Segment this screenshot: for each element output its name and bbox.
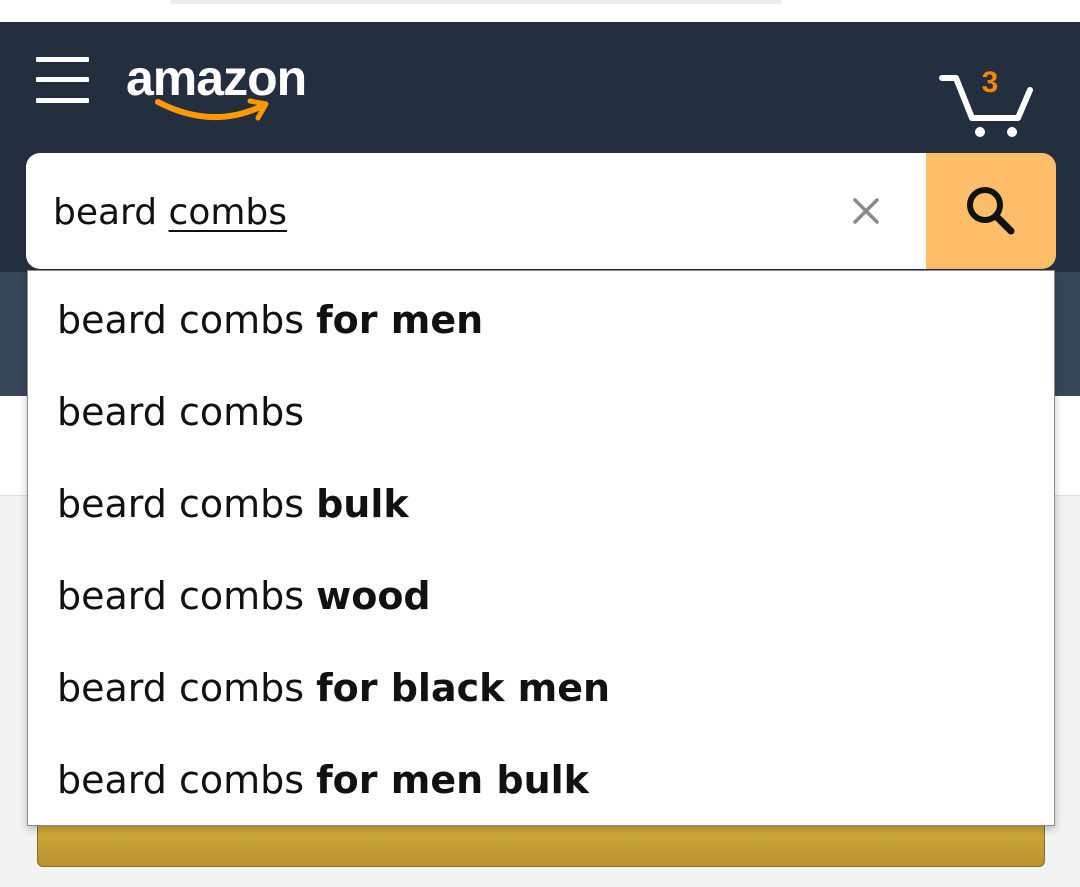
- suggestion-completion: wood: [316, 574, 431, 618]
- suggestion-item[interactable]: beard combs wood: [28, 550, 1054, 642]
- suggestion-prefix: beard combs: [57, 758, 317, 802]
- suggestion-item[interactable]: beard combs for men bulk: [28, 734, 1054, 826]
- suggestion-prefix: beard combs: [57, 298, 317, 342]
- amazon-logo[interactable]: amazon: [126, 50, 338, 126]
- suggestion-prefix: beard combs: [57, 574, 317, 618]
- search-icon: [967, 187, 1015, 235]
- suggestion-item[interactable]: beard combs bulk: [28, 458, 1054, 550]
- suggestion-item[interactable]: beard combs for men: [28, 274, 1054, 366]
- search-bar: beard combs: [26, 153, 1056, 269]
- suggestion-completion: bulk: [316, 482, 409, 526]
- cart-button[interactable]: 3: [938, 44, 1034, 140]
- status-pill: [170, 0, 782, 4]
- clear-search-button[interactable]: [846, 191, 886, 231]
- search-suggestions-dropdown: beard combs for men beard combs beard co…: [27, 270, 1055, 826]
- search-field[interactable]: beard combs: [26, 153, 926, 269]
- menu-hamburger-icon[interactable]: [36, 57, 90, 105]
- status-strip: [0, 0, 1080, 22]
- search-input[interactable]: beard combs: [53, 191, 287, 235]
- suggestion-completion: for men: [316, 298, 484, 342]
- suggestion-completion: for black men: [316, 666, 611, 710]
- logo-smile-icon: [155, 98, 269, 121]
- close-icon: [853, 198, 879, 224]
- amazon-mobile-page: amazon 3 beard combs beard combs for men…: [0, 0, 1080, 887]
- suggestion-prefix: beard combs: [57, 666, 317, 710]
- suggestion-prefix: beard combs: [57, 482, 317, 526]
- search-value-prefix: beard: [53, 192, 169, 233]
- suggestion-item[interactable]: beard combs: [28, 366, 1054, 458]
- search-submit-button[interactable]: [926, 153, 1056, 269]
- suggestion-item[interactable]: beard combs for black men: [28, 642, 1054, 734]
- search-value-underlined: combs: [168, 192, 288, 233]
- suggestion-prefix: beard combs: [57, 390, 305, 434]
- cart-count-badge: 3: [981, 66, 999, 99]
- suggestion-completion: for men bulk: [316, 758, 589, 802]
